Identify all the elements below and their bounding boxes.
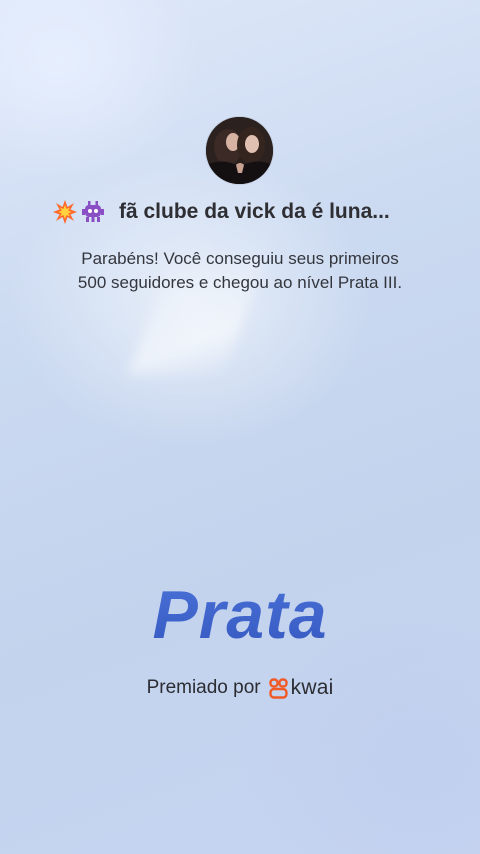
alien-monster-icon <box>82 201 104 222</box>
message-line-2: 500 seguidores e chegou ao nível Prata I… <box>77 273 403 292</box>
club-row: fã clube da vick da é luna... <box>52 197 452 227</box>
kwai-brand-text: kwai <box>290 676 334 699</box>
message-line-1: Parabéns! Você conseguiu seus primeiros <box>81 249 399 268</box>
level-title: Prata <box>0 576 480 654</box>
club-name: fã clube da vick da é luna... <box>119 200 390 223</box>
avatar[interactable] <box>206 117 273 184</box>
profile-photo-icon <box>206 117 273 184</box>
collision-icon <box>53 200 77 224</box>
kwai-logo: kwai <box>268 676 334 700</box>
awarded-by-row: Premiado por kwai <box>0 674 480 702</box>
awarded-by-label: Premiado por <box>146 677 261 698</box>
kwai-icon <box>268 677 288 699</box>
congratulations-message: Parabéns! Você conseguiu seus primeiros … <box>40 247 440 295</box>
